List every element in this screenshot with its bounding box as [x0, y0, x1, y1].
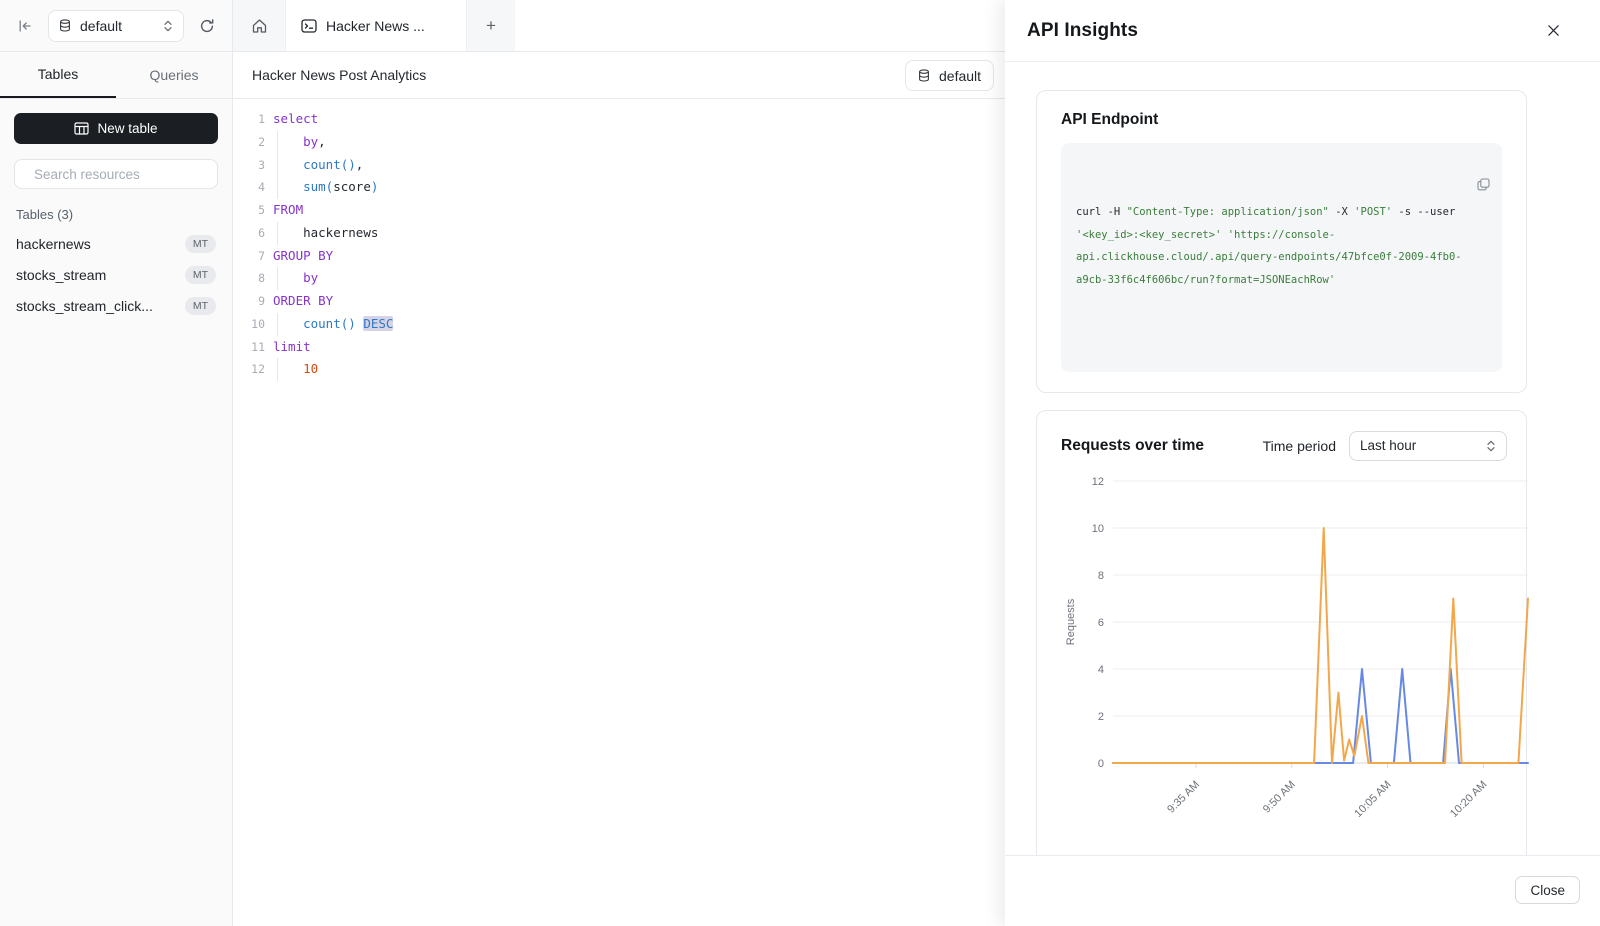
- requests-chart: 0 2 4 6 8 10 12 9:35 AM 9:50 AM 10:05 AM 10:20 AM R…: [1061, 473, 1533, 845]
- tab-tables[interactable]: Tables: [0, 52, 116, 98]
- tables-count-label: Tables (3): [16, 207, 216, 222]
- database-selector-value: default: [80, 18, 154, 34]
- api-insights-panel: API Insights API Endpoint curl -H "Conte…: [1005, 0, 1600, 926]
- editor-database-selector[interactable]: default: [905, 60, 994, 91]
- query-tab-label: Hacker News ...: [326, 18, 425, 34]
- requests-card-header: Requests over time Time period Last hour: [1061, 431, 1526, 461]
- panel-title: API Insights: [1027, 20, 1138, 42]
- svg-text:10:20 AM: 10:20 AM: [1448, 778, 1489, 819]
- sidebar: default Tables Queries New table Tables …: [0, 0, 233, 926]
- close-panel-button[interactable]: [1540, 18, 1566, 44]
- app-root: default Tables Queries New table Tables …: [0, 0, 1600, 926]
- api-endpoint-title: API Endpoint: [1061, 111, 1502, 129]
- svg-text:9:50 AM: 9:50 AM: [1261, 778, 1298, 815]
- tab-strip-left: Hacker News ... +: [233, 0, 515, 51]
- svg-text:12: 12: [1092, 476, 1104, 488]
- new-tab-button[interactable]: +: [467, 0, 515, 51]
- home-icon: [251, 18, 268, 34]
- panel-footer: Close: [1005, 855, 1600, 926]
- query-title: Hacker News Post Analytics: [252, 67, 426, 83]
- svg-text:6: 6: [1098, 617, 1104, 629]
- curl-command: curl -H "Content-Type: application/json"…: [1061, 143, 1502, 372]
- query-tab[interactable]: Hacker News ...: [285, 0, 467, 51]
- time-period-control: Time period Last hour: [1263, 431, 1507, 461]
- api-endpoint-card: API Endpoint curl -H "Content-Type: appl…: [1036, 90, 1527, 393]
- terminal-icon: [301, 19, 317, 33]
- search-box[interactable]: [14, 159, 218, 189]
- time-period-label: Time period: [1263, 438, 1336, 454]
- engine-badge: MT: [185, 235, 216, 253]
- database-icon: [918, 69, 930, 82]
- tab-queries[interactable]: Queries: [116, 52, 232, 98]
- table-name: stocks_stream_click...: [16, 298, 153, 314]
- svg-text:10:05 AM: 10:05 AM: [1352, 778, 1393, 819]
- new-table-label: New table: [97, 121, 157, 136]
- table-row-stocks-stream-click[interactable]: stocks_stream_click... MT: [14, 290, 218, 321]
- collapse-sidebar-button[interactable]: [12, 13, 38, 39]
- close-icon: [1547, 24, 1560, 37]
- sidebar-tabs: Tables Queries: [0, 52, 232, 99]
- svg-text:4: 4: [1098, 664, 1104, 676]
- sidebar-header: default: [0, 0, 232, 52]
- panel-header: API Insights: [1005, 0, 1600, 62]
- refresh-button[interactable]: [194, 13, 220, 39]
- time-period-value: Last hour: [1360, 438, 1416, 453]
- svg-text:2: 2: [1098, 711, 1104, 723]
- copy-icon: [1476, 177, 1491, 192]
- table-row-hackernews[interactable]: hackernews MT: [14, 228, 218, 259]
- svg-text:Requests: Requests: [1065, 598, 1077, 645]
- table-name: hackernews: [16, 236, 91, 252]
- database-selector[interactable]: default: [48, 10, 184, 42]
- svg-text:0: 0: [1098, 758, 1104, 770]
- chevron-updown-icon: [1486, 439, 1496, 453]
- requests-card-title: Requests over time: [1061, 437, 1204, 455]
- svg-text:9:35 AM: 9:35 AM: [1165, 778, 1202, 815]
- panel-body: API Endpoint curl -H "Content-Type: appl…: [1005, 62, 1600, 855]
- table-name: stocks_stream: [16, 267, 106, 283]
- time-period-select[interactable]: Last hour: [1349, 431, 1507, 461]
- table-icon: [74, 122, 89, 135]
- copy-button[interactable]: [1400, 154, 1491, 223]
- close-button[interactable]: Close: [1515, 876, 1580, 904]
- engine-badge: MT: [185, 297, 216, 315]
- svg-text:8: 8: [1098, 570, 1104, 582]
- home-button[interactable]: [233, 0, 285, 51]
- svg-text:10: 10: [1092, 523, 1104, 535]
- requests-over-time-card: Requests over time Time period Last hour…: [1036, 410, 1527, 856]
- search-input[interactable]: [32, 166, 213, 183]
- refresh-icon: [199, 18, 215, 34]
- chevron-updown-icon: [163, 19, 173, 33]
- arrow-to-line-left-icon: [17, 19, 33, 33]
- database-icon: [59, 19, 71, 32]
- new-table-button[interactable]: New table: [14, 113, 218, 144]
- sidebar-body: New table Tables (3) hackernews MT stock…: [0, 99, 232, 335]
- table-row-stocks-stream[interactable]: stocks_stream MT: [14, 259, 218, 290]
- engine-badge: MT: [185, 266, 216, 284]
- editor-database-value: default: [939, 68, 981, 84]
